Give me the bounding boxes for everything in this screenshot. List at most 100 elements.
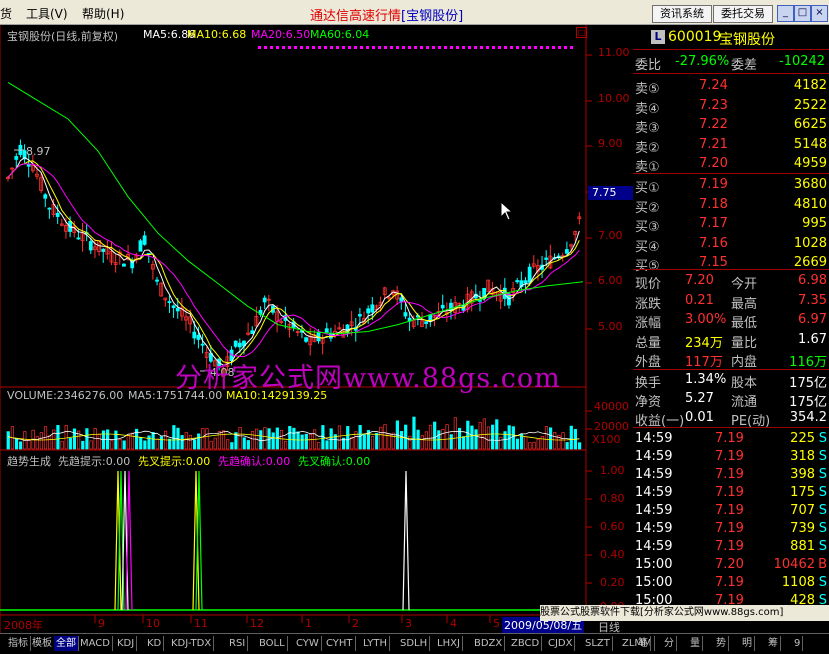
indicator-tab[interactable]: SLZT — [583, 636, 613, 651]
finance-value: 1.34% — [685, 372, 727, 387]
finance-value: 5.27 — [685, 391, 714, 406]
candlesticks — [6, 139, 582, 385]
indicator-tab[interactable]: KDJ-TDX — [169, 636, 215, 651]
volume-bar — [486, 426, 491, 450]
side-panel-tab[interactable]: 筹 — [766, 636, 781, 651]
side-panel-tab[interactable]: 势 — [714, 636, 729, 651]
indicator-tab[interactable]: LHXJ — [435, 636, 463, 651]
candle-body — [43, 194, 48, 199]
kline-chart-area[interactable]: 宝钢股份(日线,前复权) MA5:6.86 MA10:6.68 MA20:6.5… — [0, 25, 636, 634]
candle-body — [304, 337, 308, 342]
price-axis-label: 11.00 — [598, 46, 630, 59]
buy-price: 7.16 — [699, 235, 728, 251]
minimize-button[interactable]: _ — [777, 5, 794, 22]
volume-bar — [14, 438, 19, 450]
close-button[interactable]: × — [811, 5, 828, 22]
sell-order-row: 卖④ 7.23 2522 — [633, 96, 829, 117]
quote-separator — [633, 427, 829, 428]
tick-direction: B — [818, 557, 827, 572]
volume-bar — [329, 428, 333, 450]
volume-bar — [180, 435, 184, 450]
signal-dot — [510, 46, 513, 49]
volume-bars — [6, 416, 582, 450]
volume-bar — [288, 426, 292, 450]
volume-bar — [553, 431, 557, 450]
tick-time: 14:59 — [635, 521, 673, 536]
sell-volume: 2522 — [793, 97, 827, 113]
stat-label: 涨幅 — [635, 316, 662, 331]
buy-volume: 2669 — [793, 255, 827, 270]
volume-bar — [56, 425, 60, 450]
volume-bar — [453, 417, 457, 450]
level-badge: L — [651, 30, 665, 44]
volume-bar — [68, 437, 72, 450]
tick-volume: 1108 — [781, 575, 815, 590]
date-axis-label: 10 — [146, 617, 160, 630]
volume-bar — [474, 429, 478, 450]
candle-body — [527, 266, 532, 283]
sell-order-row: 卖③ 7.22 6625 — [633, 115, 829, 136]
indicator-tab[interactable]: CJDX — [546, 636, 576, 651]
menu-item-tools[interactable]: 工具(V) — [26, 5, 68, 22]
volume-bar — [515, 438, 520, 450]
indicator-tab-bar: 指标 模板 全部 MACD KDJ KD KDJ-TDX RSI BOLL CYW CYHT LYTH… — [0, 633, 829, 654]
date-axis-label: 4 — [450, 617, 457, 630]
volume-bar — [159, 436, 164, 450]
indicator-line3-label: 先趋确认:0.00 — [218, 455, 291, 468]
signal-dot — [384, 46, 387, 49]
indicator-tab[interactable]: BOLL — [257, 636, 288, 651]
indicator-tab[interactable]: 指标 — [6, 636, 31, 651]
tick-direction: S — [818, 467, 827, 482]
weibi-label: 委比 — [635, 58, 662, 73]
indicator-axis-label: 0.60 — [600, 520, 625, 533]
indicator-tab[interactable]: 全部 — [54, 636, 79, 651]
weibi-row: 委比 -27.96% 委差 -10242 — [633, 52, 829, 73]
side-panel-tab[interactable]: 笔 — [636, 636, 651, 651]
volume-bar — [540, 436, 544, 450]
indicator-tab[interactable]: MACD — [78, 636, 113, 651]
signal-dot — [426, 46, 429, 49]
maximize-button[interactable]: □ — [794, 5, 811, 22]
indicator-tab[interactable]: BDZX — [472, 636, 506, 651]
volume-bar — [346, 426, 350, 450]
buy-level-label: 买③ — [635, 220, 660, 235]
promo-banner[interactable]: 股票公式股票软件下载[分析家公式网www.88gs.com] — [540, 605, 829, 621]
side-panel-tab[interactable]: 9 — [792, 636, 804, 651]
indicator-tab[interactable]: RSI — [227, 636, 249, 651]
indicator-tab[interactable]: ZBCD — [509, 636, 543, 651]
trade-button[interactable]: 委托交易 — [713, 5, 773, 23]
tick-direction: S — [818, 521, 827, 536]
menu-item-help[interactable]: 帮助(H) — [82, 5, 124, 22]
side-panel-tab[interactable]: 明 — [740, 636, 755, 651]
volume-bar — [238, 427, 242, 450]
signal-dot — [342, 46, 345, 49]
indicator-tab[interactable]: LYTH — [361, 636, 390, 651]
indicator-tab[interactable]: 模板 — [30, 636, 55, 651]
tick-volume: 318 — [790, 449, 815, 464]
kline-chart-svg[interactable] — [0, 25, 632, 633]
indicator-tab[interactable]: KDJ — [115, 636, 138, 651]
indicator-tab[interactable]: KD — [145, 636, 165, 651]
date-axis-label: 2 — [352, 617, 359, 630]
indicator-tab[interactable]: SDLH — [398, 636, 431, 651]
candle-body — [196, 334, 201, 340]
indicator-tab[interactable]: CYW — [294, 636, 322, 651]
volume-bar — [188, 434, 193, 450]
news-system-button[interactable]: 资讯系统 — [652, 5, 712, 23]
volume-bar — [370, 436, 375, 450]
sell-price: 7.20 — [699, 156, 728, 171]
menu-item-partial[interactable]: 货 — [0, 5, 12, 22]
side-panel-tab[interactable]: 分 — [662, 636, 677, 651]
stat-value: 6.97 — [798, 312, 827, 327]
indicator-tab[interactable]: CYHT — [324, 636, 356, 651]
volume-bar — [201, 428, 205, 450]
volume-bar — [246, 440, 250, 450]
volume-bar — [304, 433, 308, 450]
panel-maximize-icon[interactable]: □ — [576, 27, 587, 38]
signal-dot — [480, 46, 483, 49]
volume-bar — [19, 441, 23, 450]
volume-bar — [263, 427, 267, 450]
candle-body — [399, 297, 404, 302]
candle-body — [76, 237, 81, 240]
side-panel-tab[interactable]: 量 — [688, 636, 703, 651]
